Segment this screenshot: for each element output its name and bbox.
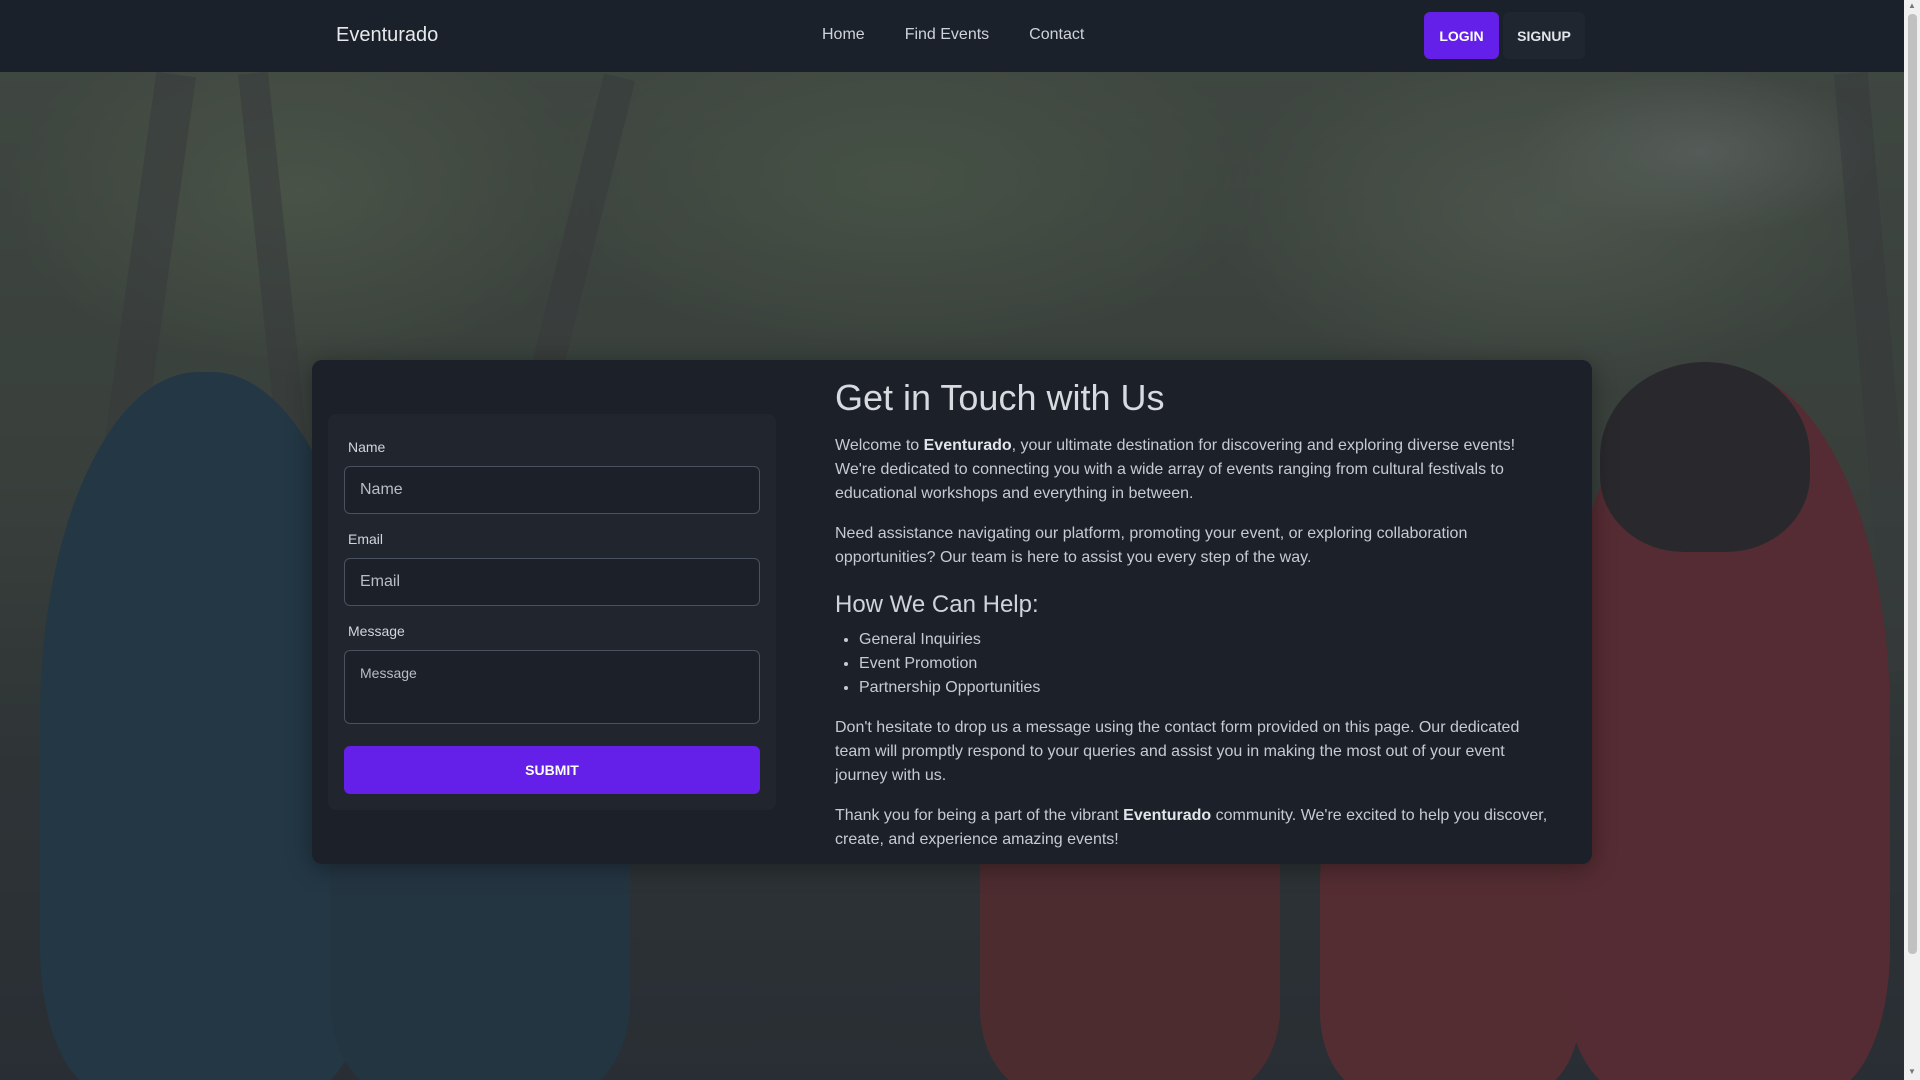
signup-button[interactable]: SIGNUP: [1503, 12, 1585, 59]
welcome-brand-name: Eventurado: [923, 437, 1012, 454]
help-heading: How We Can Help:: [835, 591, 1039, 618]
thanks-text-start: Thank you for being a part of the vibran…: [835, 807, 1124, 824]
thank-you-paragraph: Thank you for being a part of the vibran…: [835, 804, 1555, 852]
help-list-item: General Inquiries: [859, 628, 1555, 652]
email-label: Email: [348, 531, 384, 547]
name-label: Name: [348, 439, 386, 455]
page-title: Get in Touch with Us: [835, 377, 1165, 418]
nav-link-contact[interactable]: Contact: [1029, 26, 1084, 44]
scroll-up-arrow-icon[interactable]: ▲: [1908, 2, 1916, 10]
auth-buttons: LOGIN SIGNUP: [1424, 12, 1585, 59]
scroll-down-arrow-icon[interactable]: ▼: [1908, 1068, 1916, 1076]
login-button[interactable]: LOGIN: [1424, 12, 1499, 59]
help-list: General Inquiries Event Promotion Partne…: [859, 628, 1555, 700]
top-navbar: Eventurado Home Find Events Contact LOGI…: [0, 0, 1904, 72]
contact-form: Name Email Message SUBMIT: [328, 414, 776, 810]
contact-info: Get in Touch with Us Welcome to Eventura…: [835, 376, 1555, 868]
message-textarea[interactable]: [344, 650, 760, 724]
name-input[interactable]: [344, 466, 760, 514]
scrollbar-thumb[interactable]: [1908, 14, 1917, 954]
nav-link-find-events[interactable]: Find Events: [905, 26, 989, 44]
email-input[interactable]: [344, 558, 760, 606]
brand-logo[interactable]: Eventurado: [336, 24, 438, 47]
help-list-item: Partnership Opportunities: [859, 676, 1555, 700]
nav-links: Home Find Events Contact: [822, 26, 1084, 44]
nav-link-home[interactable]: Home: [822, 26, 865, 44]
message-label: Message: [348, 623, 405, 639]
submit-button[interactable]: SUBMIT: [344, 746, 760, 794]
welcome-paragraph: Welcome to Eventurado, your ultimate des…: [835, 434, 1555, 506]
contact-card: Name Email Message SUBMIT Get in Touch w…: [312, 360, 1592, 864]
page-scrollbar[interactable]: ▲ ▼: [1904, 0, 1920, 1080]
help-list-item: Event Promotion: [859, 652, 1555, 676]
welcome-text-start: Welcome to: [835, 437, 924, 454]
thanks-brand-name: Eventurado: [1123, 807, 1212, 824]
message-paragraph: Don't hesitate to drop us a message usin…: [835, 719, 1520, 784]
assistance-paragraph: Need assistance navigating our platform,…: [835, 525, 1468, 566]
